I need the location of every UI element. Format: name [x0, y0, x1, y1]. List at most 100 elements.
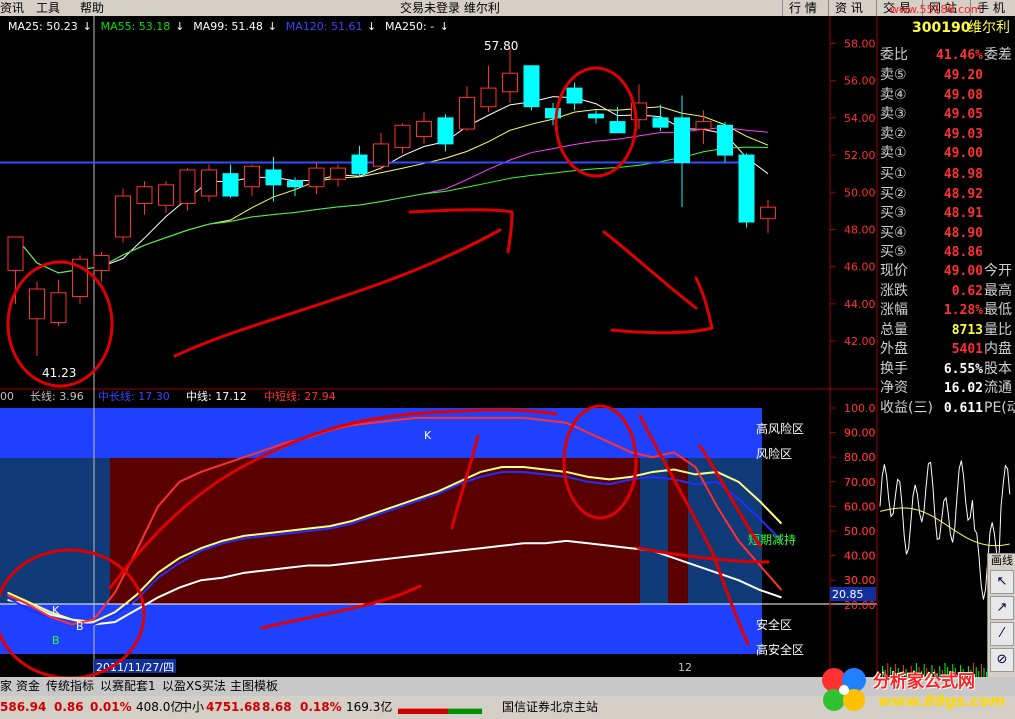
bid-row-label: 买② [880, 185, 907, 202]
bid-row-label: 买③ [880, 205, 907, 221]
site-watermark: 分析家公式网 www.88gs.com [818, 664, 1010, 716]
candle-body [760, 206, 776, 219]
menu-item-news[interactable]: 资讯 [0, 0, 24, 16]
ask-row-value: 49.05 [943, 107, 983, 122]
bid-row-value: 48.90 [943, 225, 983, 241]
candle-body [502, 72, 518, 93]
ma-legend: MA25: 50.23 ↓ MA55: 53.18 ↓ MA99: 51.48 ↓ MA12… [8, 20, 449, 33]
stat-row-right-label: PE(动 [984, 399, 1015, 416]
price-tick-label: 46.00 [844, 261, 876, 274]
stat-row-value: 5401 [951, 342, 983, 357]
intraday-mini-chart: 90.00 80.00 70.00 60.00 50.00 40.00 30.00 [844, 427, 1011, 677]
indicator-tick-label: 100.0 [844, 402, 876, 415]
bid-row: 买⑤ 48.86 [878, 243, 1015, 262]
stat-row: 净资 16.02 流通 [878, 379, 1015, 398]
risk-zone-red [110, 458, 640, 604]
quote-row-weibi: 委比 41.46% 委差 [878, 46, 1015, 65]
mini-avg-line [879, 507, 1010, 547]
stat-row: 总量 8713 量比 [878, 321, 1015, 340]
ask-row-value: 49.20 [943, 68, 983, 83]
indicator-legend-item: 中长线: 17.30 [98, 389, 170, 403]
ask-row-label: 卖⑤ [880, 67, 907, 83]
candle-body [437, 117, 454, 145]
price-tick-label: 52.00 [844, 149, 876, 162]
bid-row-label: 买⑤ [880, 244, 907, 260]
candle-body [115, 195, 131, 238]
ask-row: 卖⑤ 49.20 [878, 66, 1015, 85]
segment-tool-button[interactable]: ⁄ [990, 622, 1014, 646]
bottom-tab-template[interactable]: 主图模板 [230, 677, 278, 696]
price-tick-label: 44.00 [844, 298, 876, 311]
ask-row-label: 卖④ [880, 86, 907, 103]
toolbox-title: 画线 [991, 554, 1013, 567]
bottom-tab-home[interactable]: 家 [0, 677, 12, 696]
stat-row-right-label: 今开 [984, 263, 1012, 279]
tab-news[interactable]: 资 讯 [828, 0, 869, 16]
bid-row-label: 买① [880, 166, 907, 182]
candlesticks [7, 47, 776, 356]
index1-value: 586.94 [0, 700, 47, 714]
candle-body [244, 165, 260, 188]
market-bars-icon: ▃▃▃▃▃▃ [398, 700, 448, 714]
mini-tick-label: 90.00 [844, 427, 876, 440]
mini-tick-label: 80.00 [844, 451, 876, 464]
ma-legend-item: MA55: 53.18 [101, 20, 171, 33]
stat-row-value: 49.00 [943, 264, 983, 279]
bottom-tab-set1[interactable]: 以赛配套1 [100, 677, 156, 696]
stat-row-label: 净资 [880, 380, 908, 396]
stat-row-right-label: 量比 [984, 321, 1012, 338]
line-tool-button[interactable]: ↗ [990, 596, 1014, 620]
stat-row-label: 总量 [880, 321, 908, 338]
tab-quotes[interactable]: 行 情 [782, 0, 823, 16]
bottom-tab-fund[interactable]: 资金 [16, 677, 40, 696]
bid-row: 买④ 48.90 [878, 224, 1015, 243]
stat-row-value: 0.62 [951, 283, 983, 299]
window-title: 交易未登录 维尔利 [400, 1, 500, 15]
stock-name: 维尔利 [968, 20, 1010, 36]
menu-item-help[interactable]: 帮助 [80, 0, 104, 16]
price-tick-label: 54.00 [844, 112, 876, 125]
menu-bar: 资讯 工具 帮助 交易未登录 维尔利 行 情 资 讯 交 易 网 站 手 机 w… [0, 0, 1015, 16]
stat-row-value: 1.28% [943, 303, 983, 318]
stat-row-value: 0.611 [943, 400, 983, 416]
bottom-tab-xs[interactable]: 以盈XS买法 [162, 677, 226, 696]
candle-body [609, 121, 626, 134]
stat-row: 现价 49.00 今开 [878, 262, 1015, 281]
mini-tick-label: 60.00 [844, 500, 876, 513]
candle-body [480, 87, 497, 108]
ask-row: 卖② 49.03 [878, 125, 1015, 144]
stat-row: 涨幅 1.28% 最低 [878, 301, 1015, 320]
zone-label-risk: 风险区 [756, 446, 792, 461]
watermark-title: 分析家公式网 [873, 672, 975, 692]
stat-row-right-label: 股本 [984, 360, 1012, 377]
pointer-tool-button[interactable]: ↖ [990, 570, 1014, 594]
candle-body [394, 124, 411, 149]
candle-body [588, 113, 604, 119]
candle-body [717, 124, 733, 156]
down-arrow-icon: ↓ [440, 20, 449, 33]
bid-row: 买① 48.98 [878, 165, 1015, 184]
stat-row-label: 外盘 [880, 341, 908, 357]
marker-k-top: K [424, 429, 432, 442]
candle-body [265, 169, 282, 186]
main-chart[interactable]: 58.00 56.00 54.00 52.00 50.00 48.00 46.00 44.00… [0, 16, 1015, 677]
quote-label-weibi: 委比 [880, 47, 908, 63]
candle-body [566, 87, 583, 104]
stat-row-value: 8713 [951, 322, 983, 338]
candle-body [201, 169, 217, 197]
candle-body [7, 236, 24, 271]
stat-row-value: 16.02 [943, 381, 983, 396]
bid-row-value: 48.91 [943, 206, 983, 221]
stat-row: 涨跌 0.62 最高 [878, 282, 1015, 301]
candle-body [50, 292, 67, 324]
stat-row-right-label: 内盘 [984, 341, 1012, 357]
candle-body [179, 169, 196, 204]
candle-body [652, 117, 669, 128]
quote-value-weibi: 41.46% [936, 48, 983, 63]
ma-legend-item: MA250: - [385, 20, 434, 33]
stat-row-label: 涨幅 [880, 302, 908, 318]
menu-item-tools[interactable]: 工具 [36, 0, 60, 16]
arrow-up-annotation [173, 208, 514, 358]
bottom-tab-classic[interactable]: 传统指标 [46, 677, 94, 696]
ask-row-label: 卖③ [880, 106, 907, 122]
